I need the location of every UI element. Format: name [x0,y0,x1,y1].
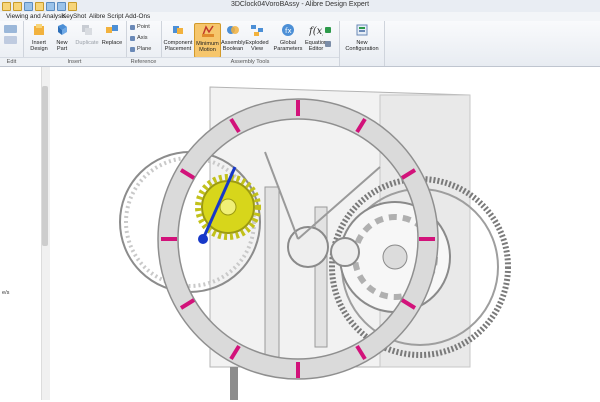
plane-label: Plane [137,46,152,52]
menu-viewing-and-analysis[interactable]: Viewing and Analysis [6,13,66,20]
group-insert: Insert Design New Part Duplicate Replace… [23,21,127,66]
group-label-assembly-tools: Assembly Tools [161,57,339,66]
equation-editor-icon: f(x) [308,26,326,37]
point-icon [130,24,135,30]
group-edit: Edit [0,21,24,66]
voronoi-hub [382,244,408,270]
exploded-view-label: Exploded View [245,40,269,53]
group-assembly-tools: Component Placement Minimum Motion Assem… [161,21,340,66]
insert-design-label: Insert Design [30,40,48,53]
window-title: 3DClock04VoroBAssy - Alibre Design Exper… [230,1,370,8]
new-part-button[interactable]: New Part [53,23,71,53]
center-gear [287,226,329,268]
edit-tools-icon[interactable] [4,25,17,33]
configuration-small-icon[interactable] [325,27,331,33]
ribbon: Edit Insert Design New Part Duplicate Re… [0,21,600,67]
component-placement-button[interactable]: Component Placement [162,23,194,53]
insert-design-button[interactable]: Insert Design [27,23,51,53]
replace-button[interactable]: Replace [101,23,123,46]
global-parameters-icon: fx [282,24,294,36]
edit-tools-icon-2[interactable] [4,36,17,44]
point-button[interactable]: Point [130,24,150,30]
global-parameters-label: Global Parameters [273,40,303,53]
clock-assembly-model [119,86,511,400]
svg-text:f(x): f(x) [309,26,323,37]
exploded-view-button[interactable]: Exploded View [245,23,269,53]
svg-text:fx: fx [285,27,292,35]
insert-design-icon [34,24,44,35]
group-configuration: New Configuration [325,21,385,66]
axis-button[interactable]: Axis [130,35,148,41]
replace-icon [106,25,118,33]
left-panel-text: e/s [2,290,10,296]
new-configuration-label: New Configuration [345,40,379,53]
menu-alibre-script[interactable]: Alibre Script [89,13,123,20]
component-placement-icon [173,26,183,34]
component-placement-label: Component Placement [163,40,193,53]
duplicate-label: Duplicate [75,40,99,47]
frame-post-left [264,186,280,358]
duplicate-button[interactable]: Duplicate [75,23,99,46]
group-reference: Point Axis Plane Reference [126,21,162,66]
minimum-motion-label: Minimum Motion [196,41,219,54]
minimum-motion-button[interactable]: Minimum Motion [194,23,221,58]
axis-label: Axis [137,35,148,41]
assembly-boolean-label: Assembly Boolean [221,40,246,53]
plane-button[interactable]: Plane [130,46,151,52]
global-parameters-button[interactable]: fx Global Parameters [273,23,303,53]
new-configuration-button[interactable]: New Configuration [343,23,381,53]
3d-viewport[interactable] [50,67,600,400]
replace-label: Replace [101,40,123,47]
group-label-insert: Insert [23,57,126,66]
assembly-boolean-icon [227,26,239,34]
small-gear [330,237,360,267]
assembly-boolean-button[interactable]: Assembly Boolean [221,23,245,53]
minimum-motion-icon [201,25,214,37]
group-label-edit: Edit [0,57,23,66]
axis-icon [130,35,135,41]
left-panel-scroll-thumb[interactable] [42,86,48,246]
plane-icon [130,46,135,52]
point-label: Point [137,24,150,30]
configuration-small-icon-2[interactable] [325,41,331,47]
menu-add-ons[interactable]: Add-Ons [125,13,150,20]
new-part-label: New Part [56,40,68,53]
menu-keyshot[interactable]: KeyShot [62,13,86,20]
stand-post [230,367,238,400]
group-label-reference: Reference [126,57,161,66]
new-configuration-icon [356,24,368,36]
duplicate-icon [82,25,92,35]
hand-pivot [198,234,208,244]
yellow-gear-hub [219,198,237,216]
new-part-icon [58,24,67,35]
exploded-view-icon [251,25,263,36]
